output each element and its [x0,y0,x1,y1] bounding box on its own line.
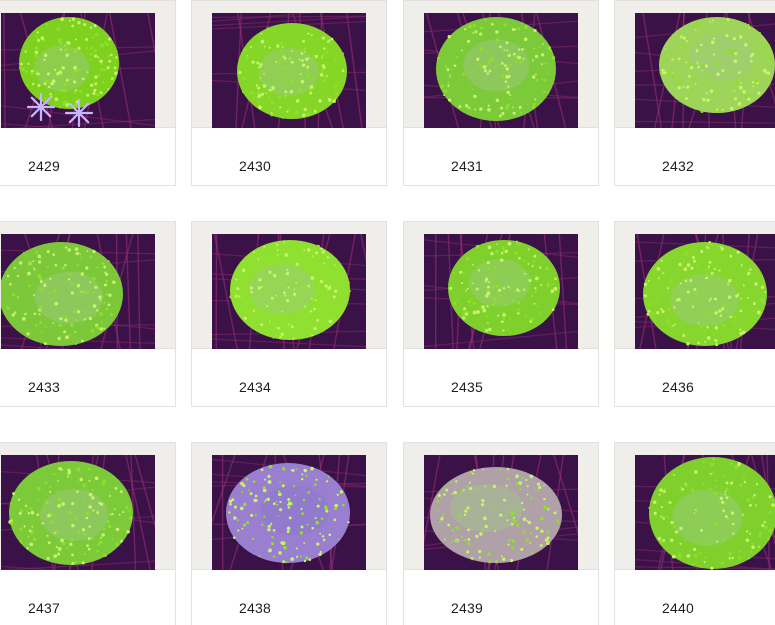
coral-photo-graphic [635,234,775,350]
gallery-card[interactable]: 2429 [0,0,176,186]
gallery-card[interactable]: 2434 [191,221,387,407]
item-number: 2430 [239,158,271,174]
coral-photo[interactable] [424,455,578,571]
coral-photo[interactable] [1,455,155,571]
coral-photo[interactable] [212,13,366,129]
coral-photo-graphic [212,455,366,571]
coral-photo[interactable] [635,13,775,129]
coral-photo-graphic [424,13,578,129]
gallery-card[interactable]: 2432 [614,0,775,186]
gallery-card[interactable]: 2437 [0,442,176,625]
coral-photo-graphic [635,455,775,571]
coral-photo[interactable] [212,455,366,571]
caption-box: 2435 [403,349,599,407]
item-number: 2440 [662,600,694,616]
gallery-card[interactable]: 2433 [0,221,176,407]
coral-photo-graphic [635,13,775,129]
gallery-card[interactable]: 2438 [191,442,387,625]
item-number: 2432 [662,158,694,174]
item-number: 2439 [451,600,483,616]
coral-photo[interactable] [635,234,775,350]
coral-gallery: 2429 2430 2431 2432 2433 2434 2435 2436 … [0,0,775,625]
caption-box: 2431 [403,128,599,186]
coral-photo-graphic [424,234,578,350]
caption-box: 2437 [0,570,176,625]
caption-box: 2433 [0,349,176,407]
caption-box: 2438 [191,570,387,625]
caption-box: 2434 [191,349,387,407]
coral-photo[interactable] [635,455,775,571]
gallery-card[interactable]: 2439 [403,442,599,625]
coral-photo-graphic [1,455,155,571]
coral-photo[interactable] [212,234,366,350]
item-number: 2437 [28,600,60,616]
gallery-card[interactable]: 2430 [191,0,387,186]
coral-photo[interactable] [424,234,578,350]
caption-box: 2429 [0,128,176,186]
coral-photo[interactable] [1,13,155,129]
coral-photo[interactable] [1,234,155,350]
gallery-card[interactable]: 2436 [614,221,775,407]
item-number: 2434 [239,379,271,395]
caption-box: 2439 [403,570,599,625]
gallery-card[interactable]: 2431 [403,0,599,186]
coral-photo-graphic [1,13,155,129]
gallery-card[interactable]: 2440 [614,442,775,625]
item-number: 2438 [239,600,271,616]
item-number: 2436 [662,379,694,395]
caption-box: 2440 [614,570,775,625]
coral-photo-graphic [424,455,578,571]
gallery-card[interactable]: 2435 [403,221,599,407]
item-number: 2435 [451,379,483,395]
caption-box: 2432 [614,128,775,186]
caption-box: 2430 [191,128,387,186]
coral-photo[interactable] [424,13,578,129]
coral-photo-graphic [1,234,155,350]
caption-box: 2436 [614,349,775,407]
item-number: 2431 [451,158,483,174]
coral-photo-graphic [212,234,366,350]
item-number: 2433 [28,379,60,395]
coral-photo-graphic [212,13,366,129]
item-number: 2429 [28,158,60,174]
